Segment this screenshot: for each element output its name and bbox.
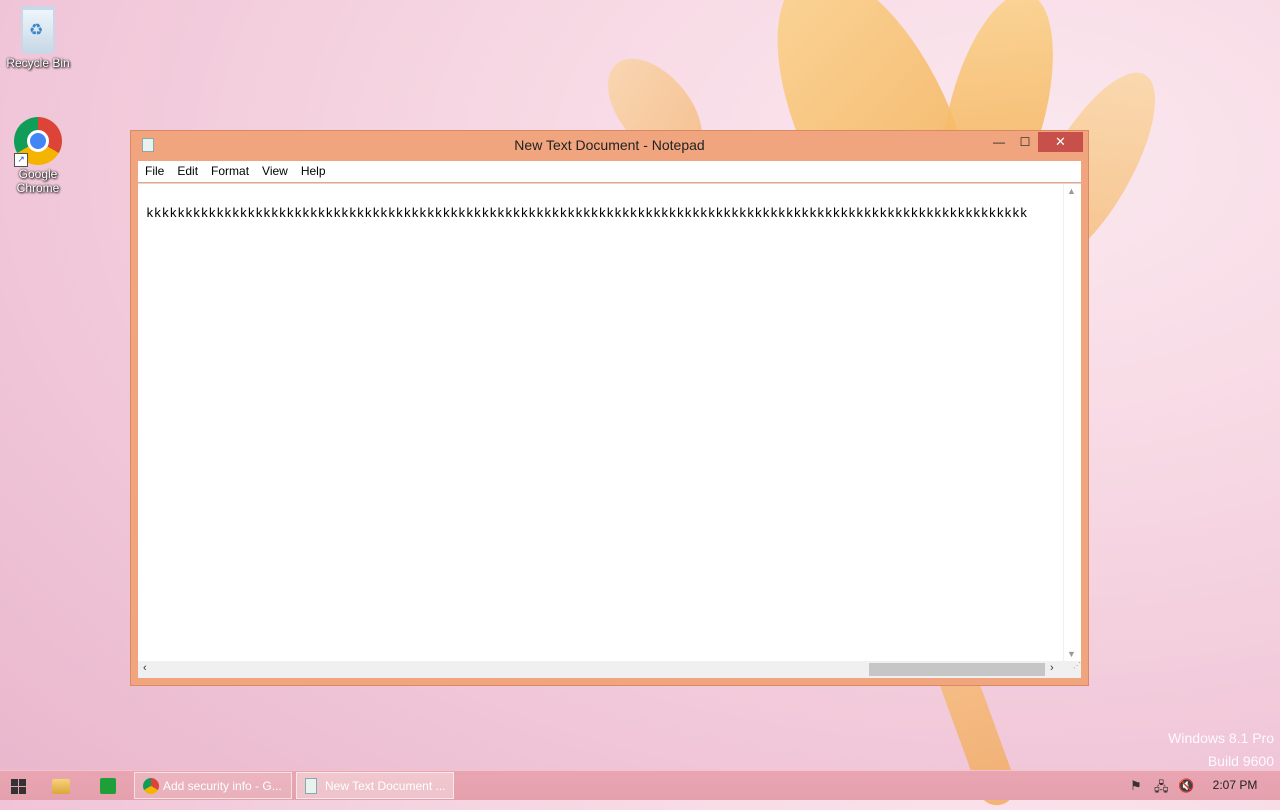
window-title: New Text Document - Notepad [514,137,705,153]
menu-help[interactable]: Help [294,161,332,180]
scroll-right-icon[interactable]: › [1050,662,1054,674]
taskbar-item-chrome[interactable]: Add security info - G... [134,772,292,799]
windows-watermark: Windows 8.1 Pro Build 9600 [1168,727,1274,773]
taskbar: Add security info - G... New Text Docume… [0,770,1280,800]
minimize-button[interactable]: — [986,132,1012,152]
scroll-left-icon[interactable]: ‹ [143,662,147,674]
scroll-down-icon[interactable]: ▼ [1067,649,1076,659]
desktop-icon-google-chrome[interactable]: ↗ Google Chrome [0,117,76,195]
start-button[interactable] [9,776,29,796]
notepad-icon [305,778,317,794]
watermark-edition: Windows 8.1 Pro [1168,730,1274,746]
vertical-scrollbar[interactable]: ▲ ▼ [1063,184,1081,661]
horizontal-scroll-thumb[interactable] [869,663,1045,676]
network-icon[interactable]: 🖧 [1154,778,1169,800]
action-center-flag-icon[interactable]: ⚑ [1130,778,1142,794]
resize-grip-icon[interactable]: ⋰ [1064,661,1081,678]
document-text[interactable]: kkkkkkkkkkkkkkkkkkkkkkkkkkkkkkkkkkkkkkkk… [146,206,1066,221]
menu-file[interactable]: File [138,161,170,180]
desktop-icon-recycle-bin[interactable]: Recycle Bin [0,6,76,70]
scroll-up-icon[interactable]: ▲ [1067,186,1076,196]
menu-view[interactable]: View [255,161,294,180]
horizontal-scrollbar[interactable]: ‹ › [138,661,1064,678]
taskbar-item-label: New Text Document ... [325,779,446,793]
notepad-window: New Text Document - Notepad — ☐ ✕ File Ed… [130,130,1089,686]
chrome-icon [143,778,159,794]
menu-edit[interactable]: Edit [170,161,204,180]
taskbar-item-notepad[interactable]: New Text Document ... [296,772,454,799]
title-bar[interactable]: New Text Document - Notepad — ☐ ✕ [131,131,1088,159]
menu-bar: File Edit Format View Help [138,161,1081,182]
close-button[interactable]: ✕ [1038,132,1083,152]
clock[interactable]: 2:07 PM [1200,778,1270,792]
maximize-button[interactable]: ☐ [1012,132,1038,152]
menu-format[interactable]: Format [204,161,255,180]
text-editor[interactable]: kkkkkkkkkkkkkkkkkkkkkkkkkkkkkkkkkkkkkkkk… [138,183,1081,678]
desktop-icon-label: Recycle Bin [6,56,70,70]
volume-muted-icon[interactable]: 🔇 [1178,778,1194,794]
store-icon[interactable] [100,778,116,794]
taskbar-item-label: Add security info - G... [163,779,282,793]
desktop-icon-label: Google Chrome [16,167,60,195]
file-explorer-icon[interactable] [52,779,70,794]
shortcut-arrow-icon: ↗ [14,153,28,167]
recycle-bin-icon [21,6,55,54]
